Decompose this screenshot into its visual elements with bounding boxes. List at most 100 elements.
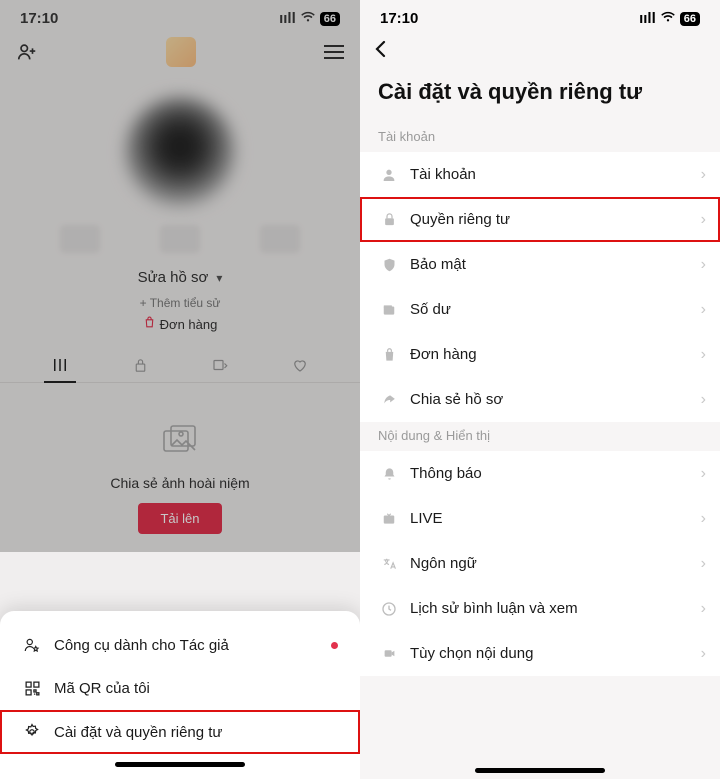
person-star-icon bbox=[18, 636, 46, 654]
list-label: Lịch sử bình luận và xem bbox=[410, 600, 578, 617]
battery-indicator: 66 bbox=[320, 12, 340, 26]
section-header-content: Nội dung & Hiển thị bbox=[360, 422, 720, 451]
profile-topbar bbox=[0, 31, 360, 67]
tab-locked[interactable] bbox=[122, 348, 158, 382]
bottom-sheet: Công cụ dành cho Tác giả Mã QR của tôi C… bbox=[0, 611, 360, 779]
list-item-live[interactable]: LIVE › bbox=[360, 496, 720, 541]
person-icon bbox=[376, 167, 402, 183]
photos-icon bbox=[0, 423, 360, 465]
chevron-right-icon: › bbox=[701, 645, 706, 663]
tab-repost[interactable] bbox=[202, 348, 238, 382]
avatar-section bbox=[0, 67, 360, 207]
sheet-label: Công cụ dành cho Tác giả bbox=[54, 637, 229, 654]
video-icon bbox=[376, 647, 402, 660]
language-icon bbox=[376, 557, 402, 571]
share-icon bbox=[376, 393, 402, 407]
list-label: Tùy chọn nội dung bbox=[410, 645, 533, 662]
back-row bbox=[360, 31, 720, 71]
list-item-security[interactable]: Bảo mật › bbox=[360, 242, 720, 287]
list-item-language[interactable]: Ngôn ngữ › bbox=[360, 541, 720, 586]
wifi-icon bbox=[660, 10, 676, 27]
list-item-share[interactable]: Chia sẻ hồ sơ › bbox=[360, 377, 720, 422]
home-indicator bbox=[115, 762, 245, 767]
chevron-right-icon: › bbox=[701, 555, 706, 573]
home-indicator bbox=[475, 768, 605, 773]
list-item-privacy[interactable]: Quyền riêng tư › bbox=[360, 197, 720, 242]
shield-icon bbox=[376, 257, 402, 273]
live-icon bbox=[376, 512, 402, 526]
list-label: Đơn hàng bbox=[410, 346, 477, 363]
upload-button[interactable]: Tải lên bbox=[138, 503, 221, 534]
chevron-down-icon: ▾ bbox=[216, 271, 222, 285]
list-label: LIVE bbox=[410, 510, 443, 527]
menu-icon[interactable] bbox=[324, 51, 344, 53]
add-friend-icon[interactable] bbox=[16, 41, 38, 63]
status-time: 17:10 bbox=[380, 10, 418, 27]
list-label: Bảo mật bbox=[410, 256, 466, 273]
clock-icon bbox=[376, 601, 402, 617]
page-title: Cài đặt và quyền riêng tư bbox=[360, 71, 720, 123]
add-bio-link[interactable]: + Thêm tiểu sử bbox=[0, 292, 360, 314]
list-label: Thông báo bbox=[410, 465, 482, 482]
chevron-right-icon: › bbox=[701, 465, 706, 483]
orders-link[interactable]: Đơn hàng bbox=[0, 314, 360, 342]
chevron-right-icon: › bbox=[701, 510, 706, 528]
wifi-icon bbox=[300, 10, 316, 27]
badge-icon[interactable] bbox=[166, 37, 196, 67]
status-indicators: ııll 66 bbox=[639, 10, 700, 27]
stats-row bbox=[0, 207, 360, 259]
list-item-content-pref[interactable]: Tùy chọn nội dung › bbox=[360, 631, 720, 676]
profile-screen: 17:10 ııll 66 Sửa hồ sơ bbox=[0, 0, 360, 779]
tab-liked[interactable] bbox=[282, 348, 318, 382]
list-label: Số dư bbox=[410, 301, 451, 318]
chevron-right-icon: › bbox=[701, 211, 706, 229]
stat-item[interactable] bbox=[260, 225, 300, 253]
list-item-account[interactable]: Tài khoản › bbox=[360, 152, 720, 197]
status-bar: 17:10 ııll 66 bbox=[0, 0, 360, 31]
signal-icon: ııll bbox=[279, 10, 296, 27]
dimmed-profile-content: 17:10 ııll 66 Sửa hồ sơ bbox=[0, 0, 360, 552]
memory-title: Chia sẻ ảnh hoài niệm bbox=[0, 475, 360, 491]
chevron-right-icon: › bbox=[701, 391, 706, 409]
bell-icon bbox=[376, 466, 402, 482]
edit-profile-row[interactable]: Sửa hồ sơ ▾ bbox=[0, 259, 360, 292]
content-list: Thông báo › LIVE › Ngôn ngữ › Lịch sử bì… bbox=[360, 451, 720, 676]
bag-icon bbox=[143, 316, 156, 332]
status-bar: 17:10 ııll 66 bbox=[360, 0, 720, 31]
account-list: Tài khoản › Quyền riêng tư › Bảo mật › S… bbox=[360, 152, 720, 422]
list-label: Quyền riêng tư bbox=[410, 211, 510, 228]
list-item-notifications[interactable]: Thông báo › bbox=[360, 451, 720, 496]
list-item-history[interactable]: Lịch sử bình luận và xem › bbox=[360, 586, 720, 631]
stat-item[interactable] bbox=[160, 225, 200, 253]
sheet-label: Mã QR của tôi bbox=[54, 680, 150, 697]
signal-icon: ııll bbox=[639, 10, 656, 27]
back-button[interactable] bbox=[374, 42, 388, 64]
list-label: Chia sẻ hồ sơ bbox=[410, 391, 503, 408]
gear-icon bbox=[18, 723, 46, 741]
chevron-right-icon: › bbox=[701, 166, 706, 184]
list-item-orders[interactable]: Đơn hàng › bbox=[360, 332, 720, 377]
section-header-account: Tài khoản bbox=[360, 123, 720, 152]
memory-cta: Chia sẻ ảnh hoài niệm Tải lên bbox=[0, 383, 360, 544]
tab-grid[interactable] bbox=[42, 348, 78, 382]
sheet-item-creator-tools[interactable]: Công cụ dành cho Tác giả bbox=[0, 623, 360, 667]
lock-icon bbox=[376, 212, 402, 227]
orders-label: Đơn hàng bbox=[160, 317, 218, 332]
list-label: Ngôn ngữ bbox=[410, 555, 477, 572]
sheet-item-qr[interactable]: Mã QR của tôi bbox=[0, 667, 360, 710]
stat-item[interactable] bbox=[60, 225, 100, 253]
wallet-icon bbox=[376, 303, 402, 317]
notification-dot bbox=[331, 642, 338, 649]
sheet-label: Cài đặt và quyền riêng tư bbox=[54, 724, 222, 741]
status-indicators: ııll 66 bbox=[279, 10, 340, 27]
avatar[interactable] bbox=[125, 97, 235, 207]
qr-icon bbox=[18, 680, 46, 697]
chevron-right-icon: › bbox=[701, 600, 706, 618]
sheet-item-settings[interactable]: Cài đặt và quyền riêng tư bbox=[0, 710, 360, 754]
chevron-right-icon: › bbox=[701, 256, 706, 274]
edit-profile-label: Sửa hồ sơ bbox=[138, 269, 209, 286]
chevron-right-icon: › bbox=[701, 346, 706, 364]
bag-icon bbox=[376, 347, 402, 363]
status-time: 17:10 bbox=[20, 10, 58, 27]
list-item-balance[interactable]: Số dư › bbox=[360, 287, 720, 332]
